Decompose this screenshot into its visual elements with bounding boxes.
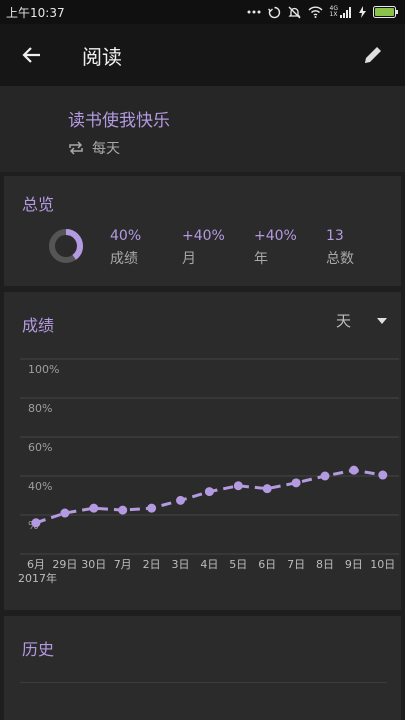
page-title: 阅读 — [82, 44, 122, 69]
history-divider — [20, 682, 387, 683]
signal-icon: 4G 1X — [330, 6, 352, 18]
overview-title: 总览 — [22, 195, 55, 214]
score-card: 成绩 天 100%80%60%40%%6月29日30日7月2日3日4日5日6日7… — [4, 292, 401, 610]
sync-icon — [267, 6, 281, 19]
arrow-left-icon — [22, 47, 40, 63]
x-tick-label: 5日 — [229, 558, 247, 571]
y-tick-label: 60% — [28, 441, 52, 454]
habit-header: 读书使我快乐 每天 — [0, 86, 405, 172]
stat-score-value: 40% — [110, 228, 142, 244]
overview-card: 总览 40% 成绩 +40% 月 +40% 年 13 总数 — [4, 176, 401, 286]
x-tick-label: 29日 — [52, 558, 77, 571]
data-point — [204, 487, 214, 497]
x-tick-label: 9日 — [345, 558, 363, 571]
stat-month: +40% 月 — [182, 228, 225, 268]
x-tick-label: 2日 — [143, 558, 161, 571]
x-tick-label: 6月 — [27, 558, 45, 571]
x-tick-label: 3日 — [172, 558, 190, 571]
stat-score: 40% 成绩 — [110, 228, 141, 268]
y-tick-label: 40% — [28, 480, 52, 493]
score-ring — [49, 229, 83, 263]
history-title: 历史 — [22, 640, 55, 659]
pencil-icon — [365, 47, 381, 63]
data-point — [118, 505, 128, 515]
more-dots-icon — [247, 9, 261, 15]
y-tick-label: 100% — [28, 363, 59, 376]
mute-bell-icon — [287, 6, 301, 19]
status-time: 上午10:37 — [6, 5, 65, 20]
stat-total-value: 13 — [326, 228, 344, 244]
wifi-icon — [308, 6, 323, 18]
data-point — [349, 465, 359, 475]
status-icons: 4G 1X — [247, 6, 399, 19]
stat-year: +40% 年 — [254, 228, 297, 268]
network-sub: 1X — [329, 11, 338, 18]
x-tick-label: 4日 — [200, 558, 218, 571]
data-point — [291, 478, 301, 488]
x-tick-label: 10日 — [370, 558, 395, 571]
data-point — [176, 495, 185, 505]
stat-year-label: 年 — [254, 251, 268, 267]
edit-button[interactable] — [341, 24, 405, 86]
stat-total-label: 总数 — [326, 251, 354, 267]
battery-icon — [373, 6, 399, 18]
x-tick-label: 7月 — [114, 558, 132, 571]
habit-name: 读书使我快乐 — [68, 111, 170, 131]
flash-icon — [359, 6, 366, 18]
y-tick-label: 80% — [28, 402, 52, 415]
stat-month-label: 月 — [182, 251, 196, 267]
score-chart: 100%80%60%40%%6月29日30日7月2日3日4日5日6日7日8日9日… — [18, 358, 399, 585]
history-card: 历史 — [4, 616, 401, 720]
stat-year-value: +40% — [254, 228, 297, 244]
stat-month-value: +40% — [182, 228, 225, 244]
x-tick-label: 8日 — [316, 558, 334, 571]
back-button[interactable] — [0, 24, 64, 86]
data-point — [89, 503, 99, 513]
stat-total: 13 总数 — [326, 228, 354, 268]
x-tick-label: 7日 — [287, 558, 305, 571]
data-point — [147, 503, 157, 513]
data-point — [262, 484, 272, 494]
status-bar: 上午10:37 4G 1X — [0, 0, 405, 24]
repeat-icon — [69, 141, 83, 155]
app-bar: 阅读 — [0, 24, 405, 86]
data-point — [31, 518, 41, 528]
stat-score-label: 成绩 — [110, 251, 138, 267]
x-tick-label: 6日 — [258, 558, 276, 571]
x-year-label: 2017年 — [18, 571, 57, 585]
x-tick-label: 30日 — [81, 558, 106, 571]
frequency-label: 每天 — [92, 141, 120, 157]
habit-frequency: 每天 — [68, 138, 120, 158]
data-point — [233, 481, 243, 491]
data-point — [378, 470, 388, 480]
data-point — [320, 471, 330, 481]
data-point — [60, 508, 70, 518]
